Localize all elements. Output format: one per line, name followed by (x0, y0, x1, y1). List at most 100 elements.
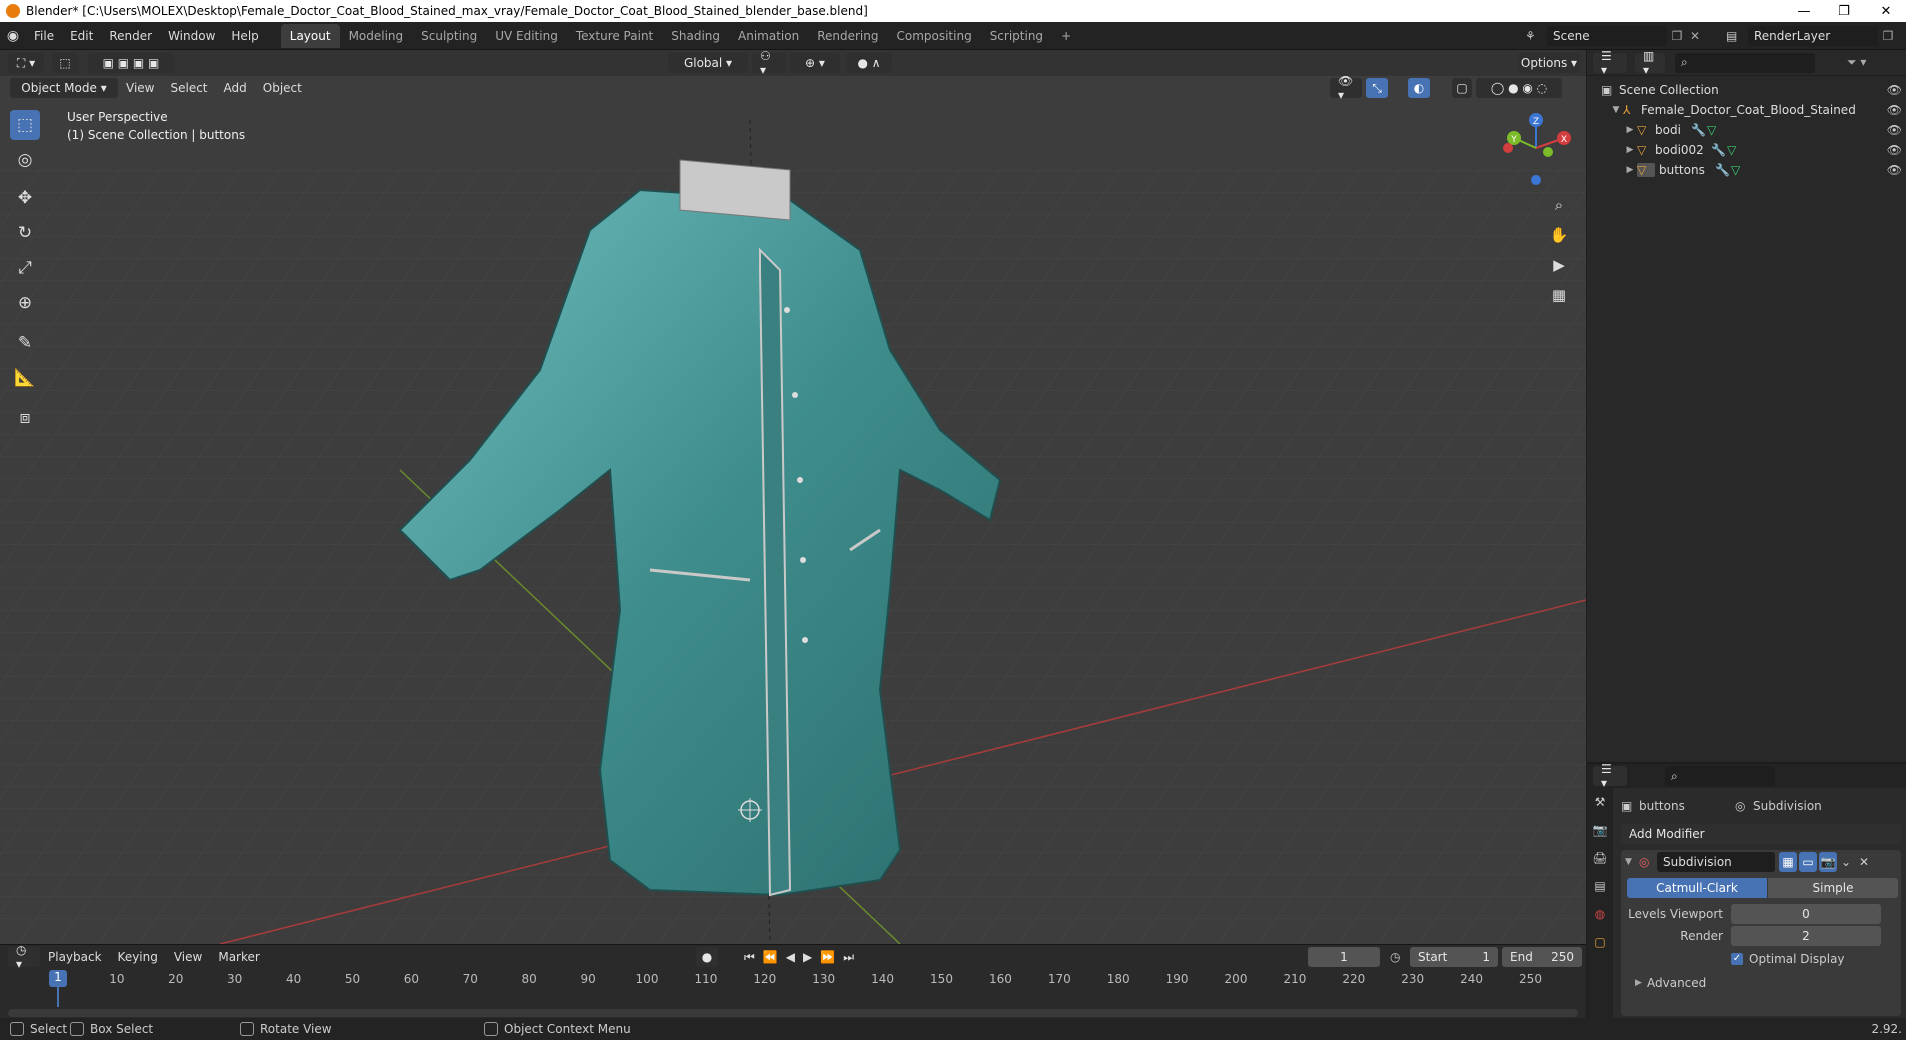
render-levels-field[interactable]: 2 (1731, 926, 1881, 946)
outliner-editor-type-icon[interactable]: ☰ ▾ (1593, 49, 1627, 77)
mode-select[interactable]: Object Mode ▾ (10, 78, 118, 98)
pan-hand-icon[interactable]: ✋ (1546, 222, 1572, 248)
menu-help[interactable]: Help (223, 22, 266, 50)
viewport-menu-object[interactable]: Object (255, 74, 310, 102)
outliner-row-bodi002[interactable]: ▶ ▽ bodi002 🔧 ▽ 👁 (1587, 140, 1906, 160)
visibility-eye-icon[interactable]: 👁 (1887, 143, 1902, 157)
select-mode-icons[interactable]: ▣ ▣ ▣ ▣ (88, 53, 174, 73)
collapse-icon[interactable]: ▶ (1623, 165, 1637, 175)
simple-button[interactable]: Simple (1768, 878, 1898, 898)
viewport-menu-view[interactable]: View (118, 74, 162, 102)
scene-field[interactable]: Scene (1547, 26, 1667, 46)
remove-modifier-icon[interactable]: ✕ (1855, 855, 1873, 869)
tab-uv-editing[interactable]: UV Editing (486, 24, 567, 48)
outliner-row-collection[interactable]: ▼ ⅄ Female_Doctor_Coat_Blood_Stained 👁 (1587, 100, 1906, 120)
playhead-marker[interactable]: 1 (49, 970, 67, 987)
menu-file[interactable]: File (26, 22, 62, 50)
outliner-search-input[interactable]: ⌕ (1675, 52, 1815, 73)
timeline-ruler[interactable]: 1 10 20 30 40 50 60 70 80 90 100 110 120 130 140 150 16… (0, 945, 1586, 1007)
close-button[interactable]: ✕ (1866, 0, 1906, 22)
move-tool-icon[interactable]: ✥ (10, 183, 40, 213)
collapse-icon[interactable]: ▶ (1623, 125, 1637, 135)
modifier-name-input[interactable]: Subdivision (1657, 852, 1775, 872)
menu-render[interactable]: Render (101, 22, 160, 50)
transform-tool-icon[interactable]: ⊕ (10, 288, 40, 318)
panel-collapse-icon[interactable]: ▼ (1625, 857, 1639, 867)
filter-icon[interactable]: ⏷ ▾ (1847, 55, 1866, 70)
camera-view-icon[interactable]: ▶ (1546, 252, 1572, 278)
editor-type-icon[interactable]: ⛶ ▾ (8, 53, 44, 73)
viewport-menu-add[interactable]: Add (216, 74, 255, 102)
new-render-layer-icon[interactable]: ❐ (1878, 29, 1898, 43)
proportional-edit-icon[interactable]: ● ∧ (846, 53, 892, 73)
object-tab-icon[interactable]: ▢ (1587, 928, 1613, 956)
menu-window[interactable]: Window (160, 22, 223, 50)
gizmo-toggle-icon[interactable]: ⤡ (1366, 78, 1388, 98)
scale-tool-icon[interactable]: ⤢ (10, 253, 40, 283)
visibility-eye-icon[interactable]: 👁 (1887, 83, 1902, 97)
measure-tool-icon[interactable]: 📐 (10, 363, 40, 393)
advanced-expand-icon[interactable]: ▶ (1635, 978, 1647, 988)
viewport-toggle-icon[interactable]: ▭ (1799, 852, 1817, 872)
timeline-scrollbar[interactable] (8, 1009, 1578, 1017)
edit-mode-toggle-icon[interactable]: ▦ (1779, 852, 1797, 872)
zoom-icon[interactable]: ⌕ (1546, 192, 1572, 218)
visibility-eye-icon[interactable]: 👁 (1887, 123, 1902, 137)
optimal-display-checkbox[interactable]: ✓ (1731, 953, 1743, 965)
rotate-tool-icon[interactable]: ↻ (10, 218, 40, 248)
pivot-icon[interactable]: ⚇ ▾ (752, 49, 786, 77)
world-tab-icon[interactable]: ◍ (1587, 900, 1613, 928)
outliner-row-bodi[interactable]: ▶ ▽ bodi 🔧 ▽ 👁 (1587, 120, 1906, 140)
display-mode-icon[interactable]: ▥ ▾ (1635, 49, 1665, 77)
properties-editor-type-icon[interactable]: ☰ ▾ (1593, 762, 1627, 790)
catmull-clark-button[interactable]: Catmull-Clark (1627, 878, 1767, 898)
new-scene-icon[interactable]: ❐ (1667, 29, 1687, 43)
viewport-menu-select[interactable]: Select (162, 74, 215, 102)
tab-sculpting[interactable]: Sculpting (412, 24, 486, 48)
tab-rendering[interactable]: Rendering (808, 24, 887, 48)
tab-texture-paint[interactable]: Texture Paint (567, 24, 662, 48)
tool-select-icon[interactable]: ⬚ (52, 53, 78, 73)
navigation-gizmo[interactable]: Z X Y (1496, 108, 1576, 188)
tab-compositing[interactable]: Compositing (887, 24, 980, 48)
modifier-dropdown-icon[interactable]: ⌄ (1837, 855, 1855, 869)
add-cube-tool-icon[interactable]: ⧈ (10, 403, 40, 433)
render-tab-icon[interactable]: 📷 (1587, 816, 1613, 844)
3d-viewport[interactable]: Z X Y ⌕ ✋ ▶ ▦ ⬚ ◎ ✥ ↻ ⤢ ⊕ ✎ 📐 ⧈ User Per… (0, 50, 1586, 944)
levels-viewport-field[interactable]: 0 (1731, 904, 1881, 924)
expand-icon[interactable]: ▼ (1609, 105, 1623, 115)
blender-menu-icon[interactable]: ◉ (0, 28, 26, 44)
snap-icon[interactable]: ⊕ ▾ (790, 53, 840, 73)
outliner-row-buttons[interactable]: ▶ ▽ buttons 🔧 ▽ 👁 (1587, 160, 1906, 180)
shading-mode-icons[interactable]: ◯ ● ◉ ◌ (1476, 78, 1562, 98)
visibility-icon[interactable]: 👁 ▾ (1330, 74, 1362, 102)
select-box-tool-icon[interactable]: ⬚ (10, 110, 40, 140)
render-layer-field[interactable]: RenderLayer (1748, 26, 1878, 46)
annotate-tool-icon[interactable]: ✎ (10, 328, 40, 358)
restore-button[interactable]: ❐ (1824, 0, 1864, 22)
cursor-tool-icon[interactable]: ◎ (10, 145, 40, 175)
visibility-eye-icon[interactable]: 👁 (1887, 103, 1902, 117)
properties-search-input[interactable]: ⌕ (1665, 766, 1775, 786)
output-tab-icon[interactable]: 🖨 (1587, 844, 1613, 872)
tab-animation[interactable]: Animation (729, 24, 808, 48)
tab-modeling[interactable]: Modeling (340, 24, 413, 48)
overlay-toggle-icon[interactable]: ◐ (1408, 78, 1430, 98)
xray-icon[interactable]: ▢ (1452, 78, 1472, 98)
render-toggle-icon[interactable]: 📷 (1819, 852, 1837, 872)
tab-scripting[interactable]: Scripting (981, 24, 1052, 48)
advanced-section-label[interactable]: Advanced (1647, 976, 1706, 990)
collapse-icon[interactable]: ▶ (1623, 145, 1637, 155)
remove-scene-icon[interactable]: ✕ (1687, 29, 1703, 43)
tab-layout[interactable]: Layout (280, 23, 340, 48)
outliner-row-scene-collection[interactable]: ▣ Scene Collection 👁 (1587, 80, 1906, 100)
tab-shading[interactable]: Shading (662, 24, 729, 48)
add-workspace-button[interactable]: + (1052, 24, 1080, 48)
perspective-toggle-icon[interactable]: ▦ (1546, 282, 1572, 308)
menu-edit[interactable]: Edit (62, 22, 101, 50)
tool-tab-icon[interactable]: ⚒ (1587, 788, 1613, 816)
visibility-eye-icon[interactable]: 👁 (1887, 163, 1902, 177)
minimize-button[interactable]: — (1784, 0, 1824, 22)
view-layer-tab-icon[interactable]: ▤ (1587, 872, 1613, 900)
transform-orientation-select[interactable]: Global ▾ (668, 53, 748, 73)
